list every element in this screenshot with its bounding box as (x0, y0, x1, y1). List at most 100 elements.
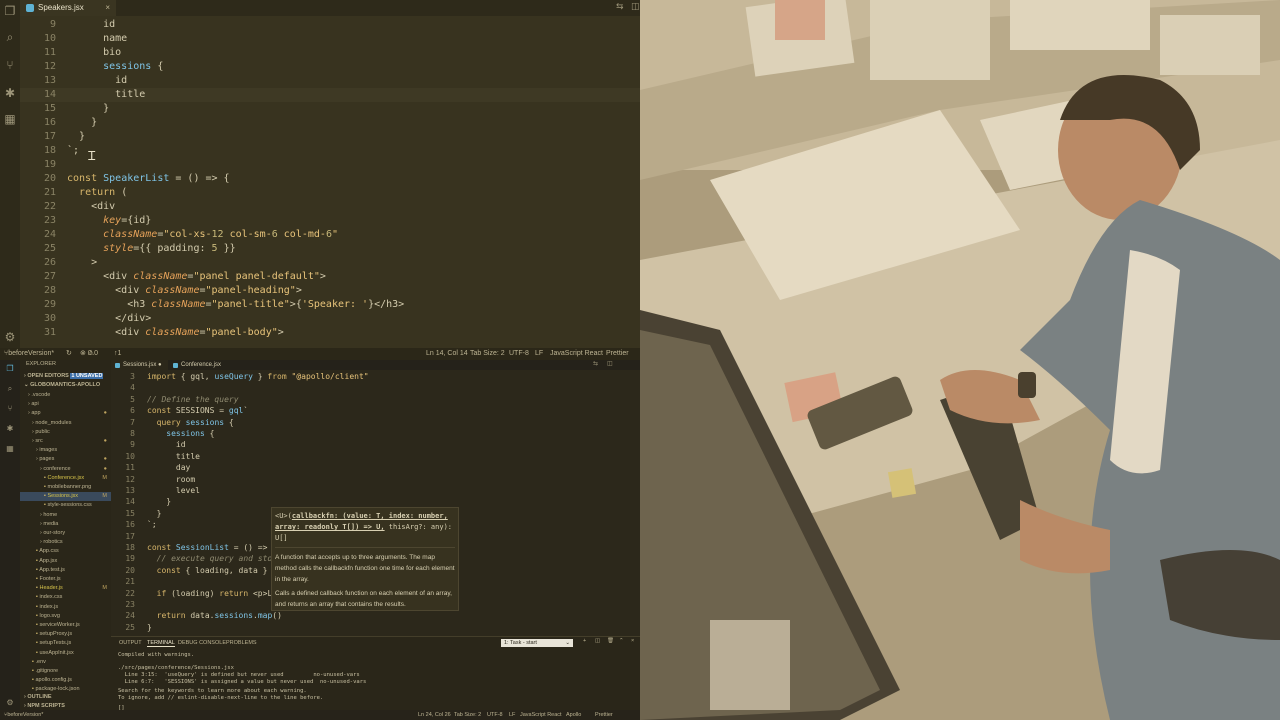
file-tree-item[interactable]: › public (20, 428, 111, 437)
code-line[interactable]: 29 <h3 className="panel-title">{'Speaker… (20, 298, 640, 312)
code-area[interactable]: 9 id 10 name 11 bio 12 sessions {13 id 14 ti… (20, 18, 640, 348)
code-line[interactable]: 9 id (20, 18, 640, 32)
code-line[interactable]: 14 title (20, 88, 640, 102)
file-tree-item[interactable]: ▪ Footer.js (20, 575, 111, 584)
code-line[interactable]: 11 bio (20, 46, 640, 60)
problems-status[interactable]: ⊗ 0 ⚠ 0 (80, 348, 98, 360)
code-line[interactable]: 27 <div className="panel panel-default"> (20, 270, 640, 284)
compare-icon[interactable]: ⇆ (616, 2, 624, 12)
code-line[interactable]: 24 return data.sessions.map() (111, 610, 640, 621)
code-line[interactable]: 21 return ( (20, 186, 640, 200)
compare-icon[interactable]: ⇆ (593, 360, 598, 367)
file-tree-item[interactable]: ▪ .env (20, 658, 111, 667)
tab-output[interactable]: OUTPUT (119, 639, 142, 647)
code-line[interactable]: 9 id (111, 439, 640, 450)
code-line[interactable]: 22 <div (20, 200, 640, 214)
split-editor-icon[interactable]: ◫ (631, 2, 640, 12)
file-tree-item[interactable]: ▪ .gitignore (20, 667, 111, 676)
file-tree-item[interactable]: ▪ logo.svg (20, 612, 111, 621)
trash-icon[interactable]: 🗑 (607, 638, 614, 644)
file-tree-item[interactable]: › api (20, 400, 111, 409)
files-icon[interactable]: ❐ (3, 4, 17, 18)
encoding[interactable]: UTF-8 (487, 710, 503, 720)
extensions-icon[interactable]: ▦ (3, 442, 17, 456)
tab-size[interactable]: Tab Size: 2 (470, 348, 505, 360)
outline-section[interactable]: › OUTLINE (20, 693, 111, 702)
debug-icon[interactable]: ✱ (3, 422, 17, 436)
code-line[interactable]: 13 level (111, 485, 640, 496)
branch-status[interactable]: ⑂ beforeVersion* (4, 348, 54, 360)
code-line[interactable]: 18 `; (20, 144, 640, 158)
file-tree-item[interactable]: ▪ App.jsx (20, 557, 111, 566)
tab-conference-jsx[interactable]: Conference.jsx (169, 360, 229, 370)
code-line[interactable]: 7 query sessions { (111, 417, 640, 428)
code-line[interactable]: 10 title (111, 451, 640, 462)
file-tree-item[interactable]: ▪ setupProxy.js (20, 630, 111, 639)
debug-icon[interactable]: ✱ (3, 86, 17, 100)
code-line[interactable]: 12 room (111, 474, 640, 485)
file-tree-item[interactable]: › images (20, 446, 111, 455)
code-line[interactable]: 3 import { gql, useQuery } from "@apollo/… (111, 371, 640, 382)
npm-scripts-section[interactable]: › NPM SCRIPTS (20, 702, 111, 710)
code-line[interactable]: 31 <div className="panel-body"> (20, 326, 640, 340)
cursor-position[interactable]: Ln 24, Col 26 (418, 710, 451, 720)
prettier-status[interactable]: Prettier (606, 348, 629, 360)
search-icon[interactable]: ⌕ (3, 30, 17, 44)
code-line[interactable]: 13 id (20, 74, 640, 88)
file-tree-item[interactable]: ▪ useAppInit.jsx (20, 649, 111, 658)
code-line[interactable]: 25} (111, 622, 640, 633)
file-tree-item[interactable]: › pages ● (20, 455, 111, 464)
file-tree-item[interactable]: › .vscode (20, 391, 111, 400)
file-tree-item[interactable]: ▪ mobilebanner.png (20, 483, 111, 492)
split-terminal-icon[interactable]: ◫ (595, 638, 600, 644)
apollo-status[interactable]: Apollo (566, 710, 581, 720)
code-line[interactable]: 24 className="col-xs-12 col-sm-6 col-md-… (20, 228, 640, 242)
file-tree-item[interactable]: ▪ style-sessions.css (20, 501, 111, 510)
files-icon[interactable]: ❐ (3, 362, 17, 376)
code-line[interactable]: 6 const SESSIONS = gql` (111, 405, 640, 416)
eol[interactable]: LF (509, 710, 515, 720)
code-line[interactable]: 5// Define the query (111, 394, 640, 405)
branch-status[interactable]: ⑂ beforeVersion* (4, 710, 43, 720)
file-tree-item[interactable]: › our-story (20, 529, 111, 538)
file-tree-item[interactable]: › app ● (20, 409, 111, 418)
code-line[interactable]: 20 const SpeakerList = () => { (20, 172, 640, 186)
maximize-icon[interactable]: ⌃ (619, 638, 624, 644)
file-tree-item[interactable]: ▪ index.js (20, 603, 111, 612)
code-line[interactable]: 8 sessions { (111, 428, 640, 439)
file-tree-item[interactable]: › robotics (20, 538, 111, 547)
close-panel-icon[interactable]: × (631, 638, 634, 644)
code-line[interactable]: 25 style={{ padding: 5 }} (20, 242, 640, 256)
settings-gear-icon[interactable]: ⚙ (3, 696, 17, 710)
outgoing-status[interactable]: ↑ 1 (114, 348, 121, 360)
tab-size[interactable]: Tab Size: 2 (454, 710, 481, 720)
file-tree-item[interactable]: ▪ index.css (20, 593, 111, 602)
code-line[interactable]: 4 (111, 382, 640, 393)
tab-terminal[interactable]: TERMINAL (147, 639, 175, 647)
file-tree-item[interactable]: ▪ apollo.config.js (20, 676, 111, 685)
search-icon[interactable]: ⌕ (3, 382, 17, 396)
language-mode[interactable]: JavaScript React (550, 348, 603, 360)
tab-debug-console[interactable]: DEBUG CONSOLE (178, 639, 226, 647)
file-tree-item[interactable]: › conference ● (20, 465, 111, 474)
code-line[interactable]: 23 key={id} (20, 214, 640, 228)
project-section[interactable]: ⌄ GLOBOMANTICS-APOLLO (20, 381, 111, 390)
file-tree-item[interactable]: › src ● (20, 437, 111, 446)
file-tree-item[interactable]: ▪ App.css (20, 547, 111, 556)
code-line[interactable]: 12 sessions { (20, 60, 640, 74)
file-tree-item[interactable]: › media (20, 520, 111, 529)
code-line[interactable]: 16 } (20, 116, 640, 130)
split-editor-icon[interactable]: ◫ (607, 360, 613, 367)
code-line[interactable]: 26 > (20, 256, 640, 270)
file-tree-item[interactable]: ▪ Conference.jsx M (20, 474, 111, 483)
code-line[interactable]: 10 name (20, 32, 640, 46)
tab-sessions-jsx[interactable]: Sessions.jsx ● (111, 360, 168, 370)
code-line[interactable]: 28 <div className="panel-heading"> (20, 284, 640, 298)
encoding[interactable]: UTF-8 (509, 348, 529, 360)
file-tree-item[interactable]: › home (20, 511, 111, 520)
sync-icon[interactable]: ↻ (66, 348, 72, 360)
open-editors-section[interactable]: › OPEN EDITORS 1 UNSAVED (20, 372, 111, 381)
code-line[interactable]: 11 day (111, 462, 640, 473)
code-line[interactable]: 17 } (20, 130, 640, 144)
eol[interactable]: LF (535, 348, 543, 360)
